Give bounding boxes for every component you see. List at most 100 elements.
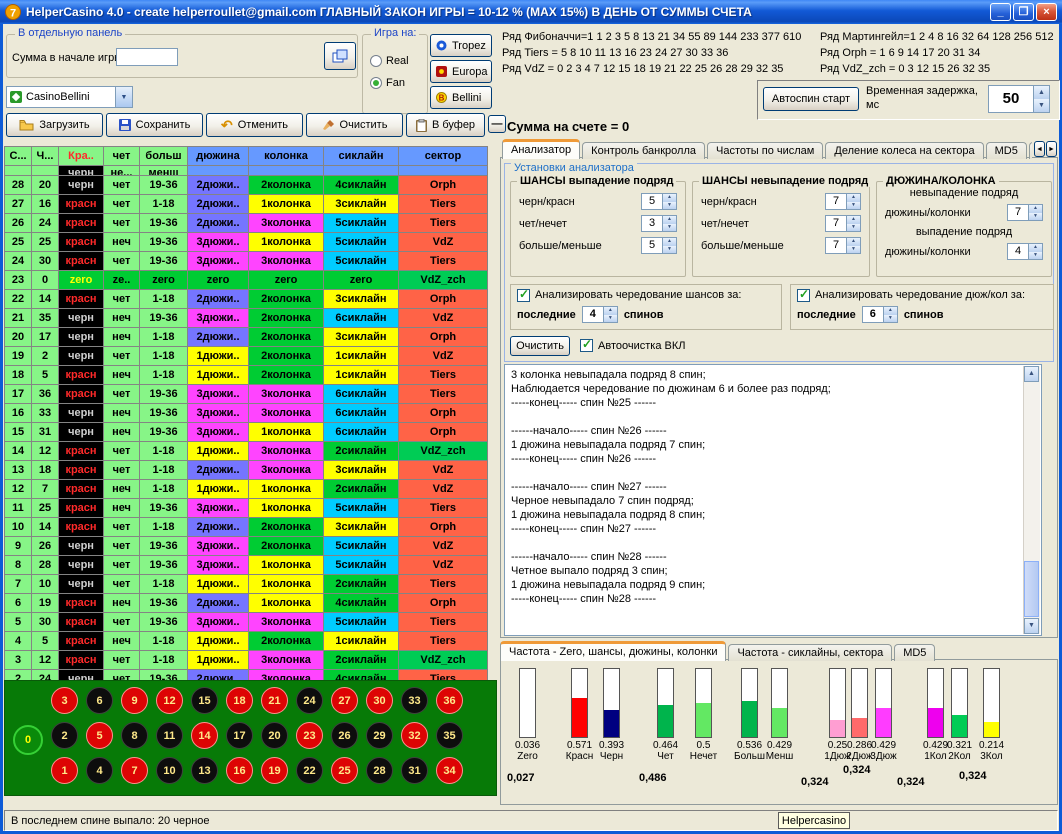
spin-up-icon[interactable]: ▲: [663, 194, 676, 202]
spin-down-icon[interactable]: ▼: [663, 224, 676, 232]
group1-spinner-2[interactable]: 3▲▼: [641, 215, 677, 232]
delay-spin-up-icon[interactable]: ▲: [1034, 86, 1049, 99]
bellini-button[interactable]: B Bellini: [430, 86, 492, 109]
spin-down-icon[interactable]: ▼: [1029, 213, 1042, 221]
board-number-25[interactable]: 25: [331, 757, 358, 784]
dozen-miss-spinner[interactable]: 7 ▲▼: [1007, 204, 1043, 221]
start-sum-input[interactable]: [116, 48, 178, 66]
board-number-21[interactable]: 21: [261, 687, 288, 714]
board-number-5[interactable]: 5: [86, 722, 113, 749]
radio-real[interactable]: Real: [370, 55, 409, 67]
group1-spinner-2-value[interactable]: 3: [642, 216, 662, 231]
delay-spinner[interactable]: 50 ▲▼: [988, 85, 1050, 113]
board-number-17[interactable]: 17: [226, 722, 253, 749]
board-number-4[interactable]: 4: [86, 757, 113, 784]
spin-up-icon[interactable]: ▲: [847, 194, 860, 202]
clear-log-button[interactable]: Очистить: [510, 336, 570, 356]
maximize-button[interactable]: ❐: [1013, 3, 1034, 21]
tab-scroll-right[interactable]: ►: [1046, 141, 1057, 157]
board-number-29[interactable]: 29: [366, 722, 393, 749]
board-number-34[interactable]: 34: [436, 757, 463, 784]
board-number-10[interactable]: 10: [156, 757, 183, 784]
spin-down-icon[interactable]: ▼: [847, 246, 860, 254]
combo-dropdown-icon[interactable]: ▼: [115, 87, 132, 107]
scroll-up-icon[interactable]: ▲: [1024, 366, 1039, 382]
board-number-27[interactable]: 27: [331, 687, 358, 714]
alternation-chances-checkbox[interactable]: [517, 289, 530, 302]
board-number-33[interactable]: 33: [401, 687, 428, 714]
clear-table-button[interactable]: Очистить: [306, 113, 403, 137]
last-spins-spinner-2[interactable]: 6 ▲▼: [862, 306, 898, 323]
board-number-7[interactable]: 7: [121, 757, 148, 784]
board-number-28[interactable]: 28: [366, 757, 393, 784]
tab-3[interactable]: Частоты по числам: [707, 142, 823, 159]
tab-5[interactable]: MD5: [986, 142, 1027, 159]
last-spins-spinner[interactable]: 4 ▲▼: [582, 306, 618, 323]
board-number-20[interactable]: 20: [261, 722, 288, 749]
delay-spin-down-icon[interactable]: ▼: [1034, 99, 1049, 112]
europa-button[interactable]: Europa: [430, 60, 492, 83]
tropez-button[interactable]: Tropez: [430, 34, 492, 57]
board-number-23[interactable]: 23: [296, 722, 323, 749]
copy-buffer-button[interactable]: В буфер: [406, 113, 485, 137]
board-number-2[interactable]: 2: [51, 722, 78, 749]
spin-down-icon[interactable]: ▼: [663, 202, 676, 210]
autospin-start-button[interactable]: Автоспин старт: [763, 87, 859, 111]
group2-spinner-3[interactable]: 7▲▼: [825, 237, 861, 254]
chart-tab-3[interactable]: MD5: [894, 644, 935, 661]
spin-up-icon[interactable]: ▲: [847, 238, 860, 246]
undo-button[interactable]: ↶ Отменить: [206, 113, 303, 137]
spin-down-icon[interactable]: ▼: [847, 202, 860, 210]
board-number-36[interactable]: 36: [436, 687, 463, 714]
spin-up-icon[interactable]: ▲: [604, 307, 617, 315]
group1-spinner-1-value[interactable]: 5: [642, 194, 662, 209]
group2-spinner-3-value[interactable]: 7: [826, 238, 846, 253]
spin-up-icon[interactable]: ▲: [1029, 205, 1042, 213]
board-number-32[interactable]: 32: [401, 722, 428, 749]
group2-spinner-1[interactable]: 7▲▼: [825, 193, 861, 210]
chart-tab-1[interactable]: Частота - Zero, шансы, дюжины, колонки: [500, 641, 726, 661]
tab-2[interactable]: Контроль банкролла: [582, 142, 705, 159]
board-number-15[interactable]: 15: [191, 687, 218, 714]
board-number-3[interactable]: 3: [51, 687, 78, 714]
board-number-30[interactable]: 30: [366, 687, 393, 714]
spin-up-icon[interactable]: ▲: [1029, 244, 1042, 252]
board-number-31[interactable]: 31: [401, 757, 428, 784]
scroll-down-icon[interactable]: ▼: [1024, 618, 1039, 634]
close-button[interactable]: ×: [1036, 3, 1057, 21]
board-number-18[interactable]: 18: [226, 687, 253, 714]
group2-spinner-2-value[interactable]: 7: [826, 216, 846, 231]
spin-up-icon[interactable]: ▲: [884, 307, 897, 315]
board-number-14[interactable]: 14: [191, 722, 218, 749]
spin-down-icon[interactable]: ▼: [1029, 252, 1042, 260]
board-number-12[interactable]: 12: [156, 687, 183, 714]
board-number-0[interactable]: 0: [13, 725, 43, 755]
spin-up-icon[interactable]: ▲: [663, 216, 676, 224]
save-button[interactable]: Сохранить: [106, 113, 203, 137]
board-number-19[interactable]: 19: [261, 757, 288, 784]
autoclear-checkbox[interactable]: [580, 339, 593, 352]
minimize-button[interactable]: _: [990, 3, 1011, 21]
board-number-16[interactable]: 16: [226, 757, 253, 784]
tab-4[interactable]: Деление колеса на сектора: [825, 142, 983, 159]
board-number-9[interactable]: 9: [121, 687, 148, 714]
collapse-button[interactable]: —: [488, 115, 506, 133]
alternation-dozens-checkbox[interactable]: [797, 289, 810, 302]
spin-down-icon[interactable]: ▼: [663, 246, 676, 254]
tab-6[interactable]: Ко: [1029, 142, 1032, 159]
board-number-35[interactable]: 35: [436, 722, 463, 749]
load-button[interactable]: Загрузить: [6, 113, 103, 137]
board-number-22[interactable]: 22: [296, 757, 323, 784]
tab-1[interactable]: Анализатор: [502, 139, 580, 159]
spin-up-icon[interactable]: ▲: [847, 216, 860, 224]
board-number-1[interactable]: 1: [51, 757, 78, 784]
board-number-11[interactable]: 11: [156, 722, 183, 749]
board-number-6[interactable]: 6: [86, 687, 113, 714]
board-number-8[interactable]: 8: [121, 722, 148, 749]
spin-down-icon[interactable]: ▼: [604, 315, 617, 323]
spin-down-icon[interactable]: ▼: [847, 224, 860, 232]
group2-spinner-1-value[interactable]: 7: [826, 194, 846, 209]
board-number-26[interactable]: 26: [331, 722, 358, 749]
group1-spinner-3[interactable]: 5▲▼: [641, 237, 677, 254]
group1-spinner-3-value[interactable]: 5: [642, 238, 662, 253]
